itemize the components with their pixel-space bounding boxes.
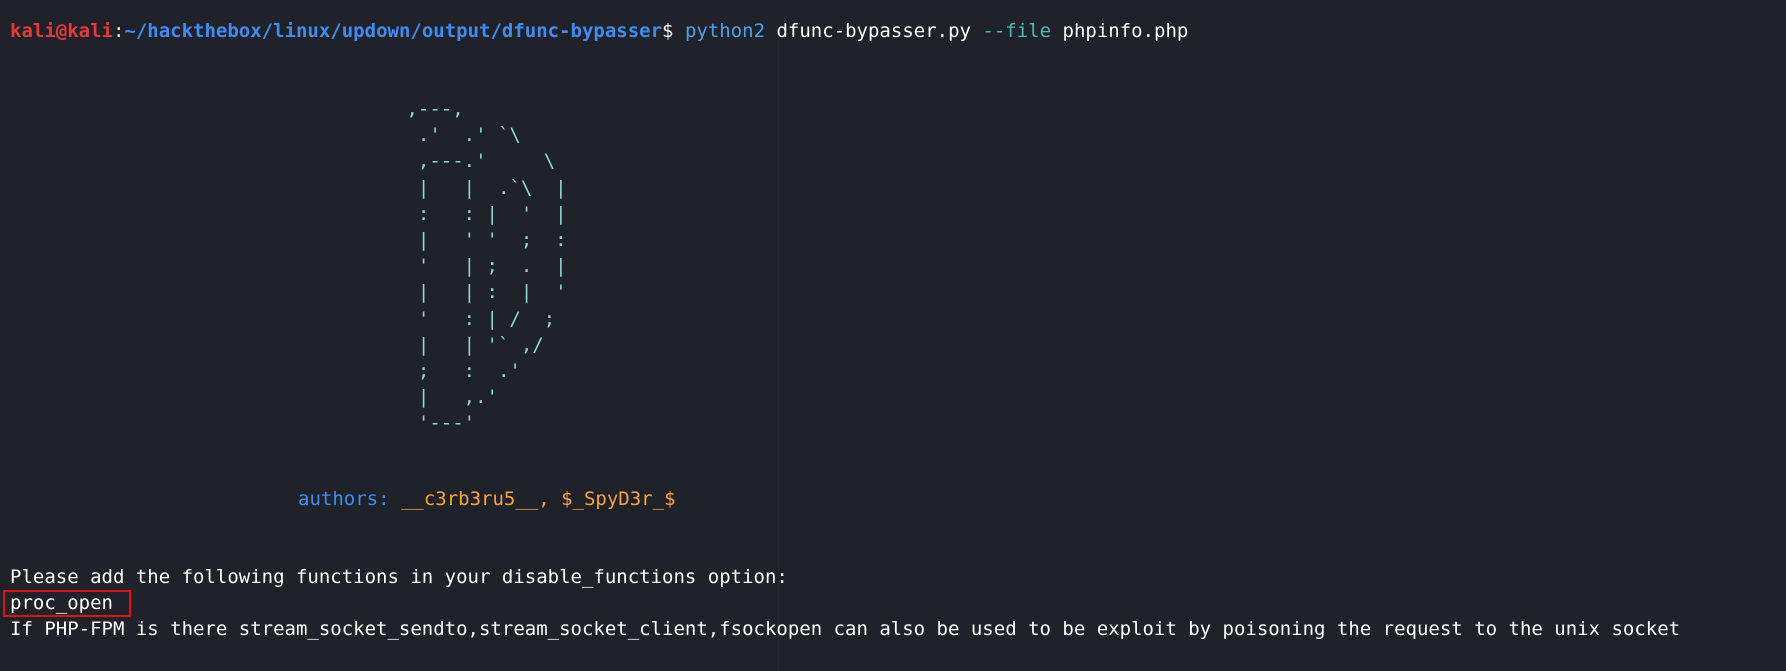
command-binary: python2 bbox=[684, 20, 766, 42]
ascii-banner: ,---, .' .' `\ ,---.' \ | | .`\ | : : | … bbox=[406, 98, 567, 435]
prompt-line: kali@kali:~/hackthebox/linux/updown/outp… bbox=[10, 18, 1188, 44]
prompt-path: ~/hackthebox/linux/updown/output/dfunc-b… bbox=[124, 20, 663, 42]
output-line-php-fpm-note: If PHP-FPM is there stream_socket_sendto… bbox=[10, 618, 1681, 640]
command-argument: phpinfo.php bbox=[1062, 20, 1189, 42]
highlight-box bbox=[3, 590, 131, 617]
prompt-user-host: kali@kali bbox=[10, 20, 113, 42]
authors-names: __c3rb3ru5__, $_SpyD3r_$ bbox=[400, 488, 676, 510]
authors-line: authors: __c3rb3ru5__, $_SpyD3r_$ bbox=[298, 486, 676, 512]
prompt-colon: : bbox=[112, 20, 125, 42]
terminal-window[interactable]: kali@kali:~/hackthebox/linux/updown/outp… bbox=[0, 0, 1786, 671]
command-flag: --file bbox=[982, 20, 1052, 42]
prompt-dollar: $ bbox=[662, 20, 674, 42]
output-line-instructions: Please add the following functions in yo… bbox=[10, 566, 788, 588]
authors-label: authors: bbox=[298, 488, 390, 510]
command-script: dfunc-bypasser.py bbox=[776, 20, 971, 42]
